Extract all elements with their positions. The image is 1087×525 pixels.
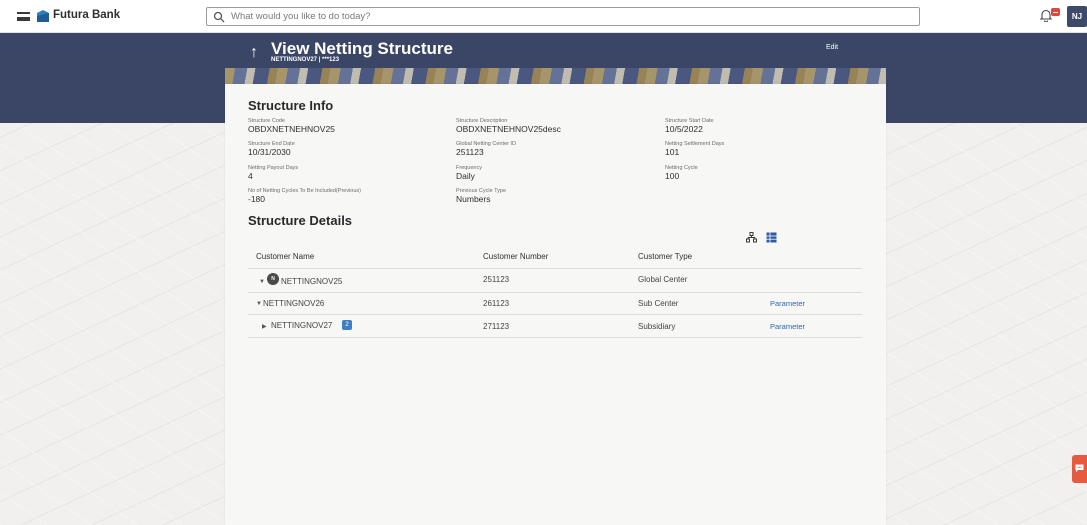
parameter-link[interactable]: Parameter — [770, 322, 805, 331]
divider — [248, 268, 862, 269]
child-count-badge: 2 — [342, 320, 352, 330]
info-value: 251123 — [456, 147, 484, 157]
search-bar[interactable]: What would you like to do today? — [206, 7, 920, 26]
customer-name: NETTINGNOV27 — [271, 321, 333, 330]
info-value: -180 — [248, 194, 266, 204]
customer-type: Global Center — [638, 275, 688, 284]
table-view-icon[interactable] — [766, 232, 777, 243]
info-value: Daily — [456, 171, 475, 181]
customer-number: 261123 — [483, 299, 510, 308]
divider — [248, 292, 862, 293]
node-avatar: N — [267, 273, 279, 285]
user-avatar[interactable]: NJ — [1067, 6, 1087, 27]
info-value: OBDXNETNEHNOV25 — [248, 124, 335, 134]
info-value: OBDXNETNEHNOV25desc — [456, 124, 561, 134]
top-bar: Futura Bank What would you like to do to… — [0, 0, 1087, 33]
brand-name[interactable]: Futura Bank — [53, 9, 120, 21]
tree-view-icon[interactable] — [746, 232, 757, 243]
info-value: Numbers — [456, 194, 491, 204]
parameter-link[interactable]: Parameter — [770, 299, 805, 308]
structure-info-title: Structure Info — [248, 98, 334, 113]
customer-name: NETTINGNOV26 — [263, 299, 325, 308]
page-title: View Netting Structure — [271, 39, 453, 58]
back-arrow-icon[interactable]: ↑ — [250, 44, 258, 62]
info-label: Netting Payout Days — [248, 165, 299, 171]
collapse-caret-icon[interactable]: ▼ — [256, 301, 262, 307]
collapse-caret-icon[interactable]: ▼ — [259, 279, 265, 285]
info-value: 101 — [665, 147, 680, 157]
chat-icon — [1075, 464, 1084, 473]
info-value: 4 — [248, 171, 253, 181]
column-header-customer-number: Customer Number — [483, 252, 549, 261]
customer-type: Subsidiary — [638, 322, 676, 331]
search-icon — [213, 11, 225, 23]
bank-logo-icon — [37, 10, 49, 22]
customer-type: Sub Center — [638, 299, 679, 308]
structure-details-title: Structure Details — [248, 213, 353, 228]
column-header-customer-name: Customer Name — [256, 252, 315, 261]
customer-number: 271123 — [483, 322, 510, 331]
expand-caret-icon[interactable]: ▶ — [262, 323, 267, 330]
page-subtitle: NETTINGNOV27 | ***123 — [271, 57, 340, 63]
search-input[interactable]: What would you like to do today? — [231, 11, 370, 22]
customer-number: 251123 — [483, 275, 510, 284]
divider — [248, 314, 862, 315]
info-value: 10/31/2030 — [248, 147, 291, 157]
customer-name: NETTINGNOV25 — [281, 277, 343, 286]
info-value: 100 — [665, 171, 680, 181]
info-value: 10/5/2022 — [665, 124, 703, 134]
menu-icon[interactable] — [17, 12, 30, 21]
divider — [248, 337, 862, 338]
chat-button[interactable] — [1072, 455, 1087, 483]
header-decoration — [225, 68, 886, 84]
edit-button[interactable]: Edit — [826, 44, 838, 51]
notification-badge[interactable] — [1051, 8, 1060, 16]
column-header-customer-type: Customer Type — [638, 252, 693, 261]
